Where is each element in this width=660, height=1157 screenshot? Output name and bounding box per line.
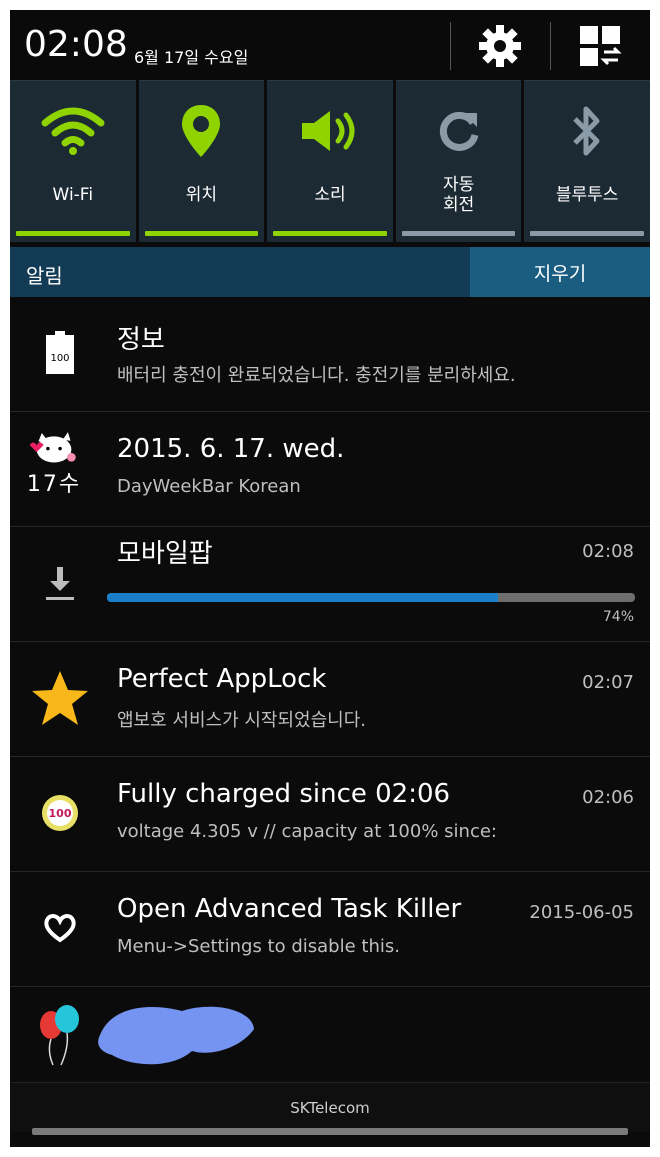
notification-shade: 02:08 6월 17일 수요일 Wi-Fi 위치 소리 자동 회전 블루투스 … (10, 10, 650, 1147)
notification-title: Perfect AppLock (117, 664, 327, 694)
notification-title: 2015. 6. 17. wed. (117, 434, 345, 464)
notification-text: voltage 4.305 v // capacity at 100% sinc… (117, 821, 497, 842)
progress-percent: 74% (602, 609, 634, 625)
toggle-wifi[interactable]: Wi-Fi (10, 80, 136, 242)
notification-title: Open Advanced Task Killer (117, 894, 462, 924)
clear-button[interactable]: 지우기 (470, 247, 650, 297)
clock: 02:08 (24, 24, 128, 65)
heart-icon (24, 892, 96, 964)
download-progress (107, 593, 635, 602)
quick-panel-edit-button[interactable] (572, 22, 628, 70)
balloons-icon (24, 999, 96, 1071)
redaction-scribble (98, 1006, 254, 1065)
battery-100-badge-icon: 100 (24, 777, 96, 849)
toggle-label: 위치 (185, 185, 218, 205)
cat-calendar-icon: 17수 (18, 426, 90, 498)
notification-title: 모바일팝 (117, 539, 213, 569)
toggle-indicator (273, 231, 387, 236)
speaker-icon (301, 111, 355, 151)
toggle-indicator (144, 231, 259, 236)
location-pin-icon (182, 105, 221, 157)
toggle-indicator (401, 231, 516, 236)
drag-handle[interactable] (32, 1128, 628, 1135)
notifications-header: 알림 지우기 (10, 247, 650, 297)
notification-text: Menu->Settings to disable this. (117, 936, 400, 957)
toggle-label: 블루투스 (555, 185, 619, 205)
gear-icon (479, 25, 521, 67)
notification-item[interactable] (10, 987, 650, 1083)
notification-time: 02:07 (582, 672, 634, 693)
notification-text: 배터리 충전이 완료되었습니다. 충전기를 분리하세요. (117, 365, 516, 386)
toggle-indicator (16, 231, 130, 236)
progress-fill (107, 593, 498, 602)
toggle-location[interactable]: 위치 (138, 80, 265, 242)
toggle-label: 소리 (314, 185, 346, 205)
download-icon (24, 547, 96, 619)
toggle-auto-rotate[interactable]: 자동 회전 (395, 80, 522, 242)
toggle-sound[interactable]: 소리 (267, 80, 393, 242)
rotate-icon (439, 111, 478, 151)
bluetooth-icon (573, 106, 600, 156)
toggle-indicator (530, 231, 644, 236)
notification-item[interactable]: 17수 2015. 6. 17. wed. DayWeekBar Korean (10, 412, 650, 527)
notification-item[interactable]: 모바일팝 02:08 74% (10, 527, 650, 642)
status-bar: 02:08 6월 17일 수요일 (10, 10, 650, 80)
settings-button[interactable] (472, 22, 528, 70)
notification-time: 02:06 (582, 787, 634, 808)
wifi-icon (41, 107, 105, 155)
quick-settings: Wi-Fi 위치 소리 자동 회전 블루투스 (10, 80, 650, 248)
badge-text: 100 (49, 807, 72, 820)
grid-edit-icon (580, 26, 622, 66)
day-label: 17수 (26, 472, 82, 497)
toggle-label-line: 회전 (442, 195, 475, 215)
notification-item[interactable]: 100 Fully charged since 02:06 02:06 volt… (10, 757, 650, 872)
notification-time: 02:08 (582, 541, 634, 562)
toggle-label-line: 자동 (442, 175, 475, 195)
notifications-title: 알림 (26, 264, 63, 288)
battery-full-icon: 100 (24, 317, 96, 389)
star-icon (24, 662, 96, 734)
notification-text: 앱보호 서비스가 시작되었습니다. (117, 710, 367, 731)
battery-level-text: 100 (50, 353, 69, 364)
notification-item[interactable]: Perfect AppLock 02:07 앱보호 서비스가 시작되었습니다. (10, 642, 650, 757)
divider (450, 22, 451, 70)
divider (550, 22, 551, 70)
notification-time: 2015-06-05 (529, 902, 634, 923)
notification-item[interactable]: Open Advanced Task Killer 2015-06-05 Men… (10, 872, 650, 987)
notification-title: 정보 (117, 325, 165, 355)
notification-text: DayWeekBar Korean (117, 476, 301, 497)
notification-item[interactable]: 100 정보 배터리 충전이 완료되었습니다. 충전기를 분리하세요. (10, 297, 650, 412)
toggle-bluetooth[interactable]: 블루투스 (524, 80, 650, 242)
date: 6월 17일 수요일 (134, 48, 249, 67)
notification-title: Fully charged since 02:06 (117, 779, 451, 809)
toggle-label: Wi-Fi (52, 185, 94, 205)
carrier-label: SKTelecom (10, 1082, 650, 1132)
toggle-label: 자동 회전 (396, 175, 522, 215)
notification-list: 100 정보 배터리 충전이 완료되었습니다. 충전기를 분리하세요. 17수 … (10, 297, 650, 1083)
